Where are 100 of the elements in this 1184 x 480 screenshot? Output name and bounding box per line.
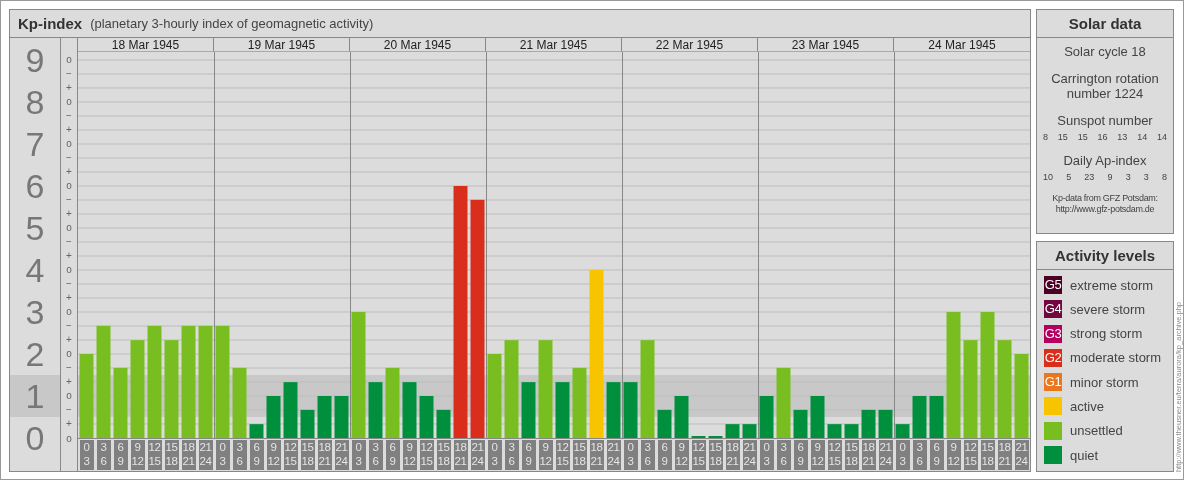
solar-info-text: Carrington rotation number 1224 xyxy=(1050,71,1160,101)
daily-value: 23 xyxy=(1084,171,1095,183)
time-slot-label: 0 3 xyxy=(487,439,502,470)
kp-sub-mark: − xyxy=(66,362,72,374)
time-slot-label: 3 6 xyxy=(776,439,791,470)
time-slot-label: 6 9 xyxy=(929,439,944,470)
level-label: severe storm xyxy=(1070,301,1146,317)
time-slot-label: 12 15 xyxy=(963,439,978,470)
kp-sub-mark: o xyxy=(66,96,72,108)
time-slot-label: 9 12 xyxy=(946,439,961,470)
time-slot-label: 6 9 xyxy=(249,439,264,470)
kp-sub-mark: o xyxy=(66,264,72,276)
time-slot-label: 9 12 xyxy=(674,439,689,470)
kp-sub-mark: o xyxy=(66,54,72,66)
level-label: quiet xyxy=(1070,447,1099,463)
time-slot-label: 12 15 xyxy=(827,439,842,470)
time-slot-label: 21 24 xyxy=(878,439,893,470)
time-slot-label: 18 21 xyxy=(997,439,1012,470)
daily-value: 8 xyxy=(1161,171,1167,183)
solar-info-text: Solar cycle 18 xyxy=(1063,44,1147,59)
time-slot-label: 21 24 xyxy=(1014,439,1029,470)
daily-value: 13 xyxy=(1117,131,1128,143)
kp-sub-mark: − xyxy=(66,278,72,290)
date-label: 22 Mar 1945 xyxy=(622,38,758,52)
kp-sub-mark: + xyxy=(66,376,72,388)
solar-info-heading: Daily Ap-index xyxy=(1062,153,1148,168)
kp-sub-mark: − xyxy=(66,320,72,332)
kp-sub-mark: − xyxy=(66,68,72,80)
time-slot-label: 9 12 xyxy=(810,439,825,470)
kp-scale-label: 3 xyxy=(25,293,45,331)
kp-scale-label: 6 xyxy=(25,167,45,205)
daily-value: 8 xyxy=(1043,131,1048,143)
time-slot-label: 21 24 xyxy=(470,439,485,470)
time-slot-label: 0 3 xyxy=(351,439,366,470)
level-label: strong storm xyxy=(1070,326,1143,342)
storm-scale-badge: G5 xyxy=(1044,276,1062,294)
time-slot-label: 0 3 xyxy=(79,439,94,470)
time-slot-label: 9 12 xyxy=(402,439,417,470)
daily-value: 14 xyxy=(1137,131,1148,143)
time-slot-label: 9 12 xyxy=(538,439,553,470)
level-label: unsettled xyxy=(1070,423,1123,439)
time-slot-label: 15 18 xyxy=(164,439,179,470)
time-slot-label: 3 6 xyxy=(504,439,519,470)
time-slot-label: 0 3 xyxy=(215,439,230,470)
daily-value: 15 xyxy=(1077,131,1088,143)
chart-subtitle: (planetary 3-hourly index of geomagnetic activity) xyxy=(90,16,374,31)
kp-scale-label: 9 xyxy=(25,41,45,79)
daily-value: 15 xyxy=(1057,131,1068,143)
date-label: 19 Mar 1945 xyxy=(214,38,350,52)
kp-scale-label: 8 xyxy=(25,83,45,121)
level-label: minor storm xyxy=(1070,374,1139,390)
kp-sub-mark: o xyxy=(66,432,72,444)
panel-title: Solar data xyxy=(1037,10,1173,38)
date-label: 23 Mar 1945 xyxy=(758,38,894,52)
storm-scale-badge: G1 xyxy=(1044,373,1062,392)
kp-sub-mark: + xyxy=(66,250,72,262)
level-label: active xyxy=(1070,399,1104,414)
time-slot-label: 18 21 xyxy=(181,439,196,470)
time-slot-label: 18 21 xyxy=(589,439,604,470)
time-slot-label: 6 9 xyxy=(113,439,128,470)
daily-value: 10 xyxy=(1043,171,1053,183)
solar-info-heading: Sunspot number xyxy=(1056,113,1154,128)
time-slot-label: 21 24 xyxy=(742,439,757,470)
date-label: 18 Mar 1945 xyxy=(78,38,214,52)
kp-sub-mark: + xyxy=(66,166,72,178)
panel-title: Activity levels xyxy=(1037,242,1173,270)
kp-sub-mark: − xyxy=(66,194,72,206)
kp-scale-label: 1 xyxy=(25,377,45,415)
kp-scale-label: 5 xyxy=(25,209,45,247)
kp-scale-label: 7 xyxy=(25,125,45,163)
time-slot-label: 0 3 xyxy=(759,439,774,470)
time-slot-label: 15 18 xyxy=(980,439,995,470)
kp-sub-mark: o xyxy=(66,390,72,402)
time-slot-label: 3 6 xyxy=(232,439,247,470)
daily-value: 5 xyxy=(1066,171,1072,183)
kp-sub-mark: + xyxy=(66,124,72,136)
time-slot-label: 9 12 xyxy=(266,439,281,470)
kp-sub-mark: o xyxy=(66,138,72,150)
time-slot-label: 12 15 xyxy=(419,439,434,470)
kp-sub-mark: + xyxy=(66,208,72,220)
time-slot-label: 0 3 xyxy=(623,439,638,470)
source-link[interactable]: http://www.gfz-potsdam.de xyxy=(1043,204,1167,215)
daily-value: 14 xyxy=(1156,131,1167,143)
time-slot-label: 0 3 xyxy=(895,439,910,470)
level-label: moderate storm xyxy=(1070,350,1162,366)
time-slot-label: 12 15 xyxy=(283,439,298,470)
source-note: Kp-data from GFZ Potsdam: xyxy=(1051,193,1159,204)
kp-scale-label: 4 xyxy=(25,251,45,289)
time-slot-label: 6 9 xyxy=(657,439,672,470)
kp-sub-mark: o xyxy=(66,348,72,360)
kp-sub-mark: − xyxy=(66,110,72,122)
kp-sub-mark: o xyxy=(66,306,72,318)
time-slot-label: 21 24 xyxy=(198,439,213,470)
chart-title: Kp-index xyxy=(18,15,83,32)
kp-sub-mark: o xyxy=(66,222,72,234)
time-slot-label: 3 6 xyxy=(96,439,111,470)
kp-sub-mark: o xyxy=(66,180,72,192)
time-slot-label: 18 21 xyxy=(861,439,876,470)
date-label: 21 Mar 1945 xyxy=(486,38,622,52)
daily-value: 9 xyxy=(1107,171,1113,183)
